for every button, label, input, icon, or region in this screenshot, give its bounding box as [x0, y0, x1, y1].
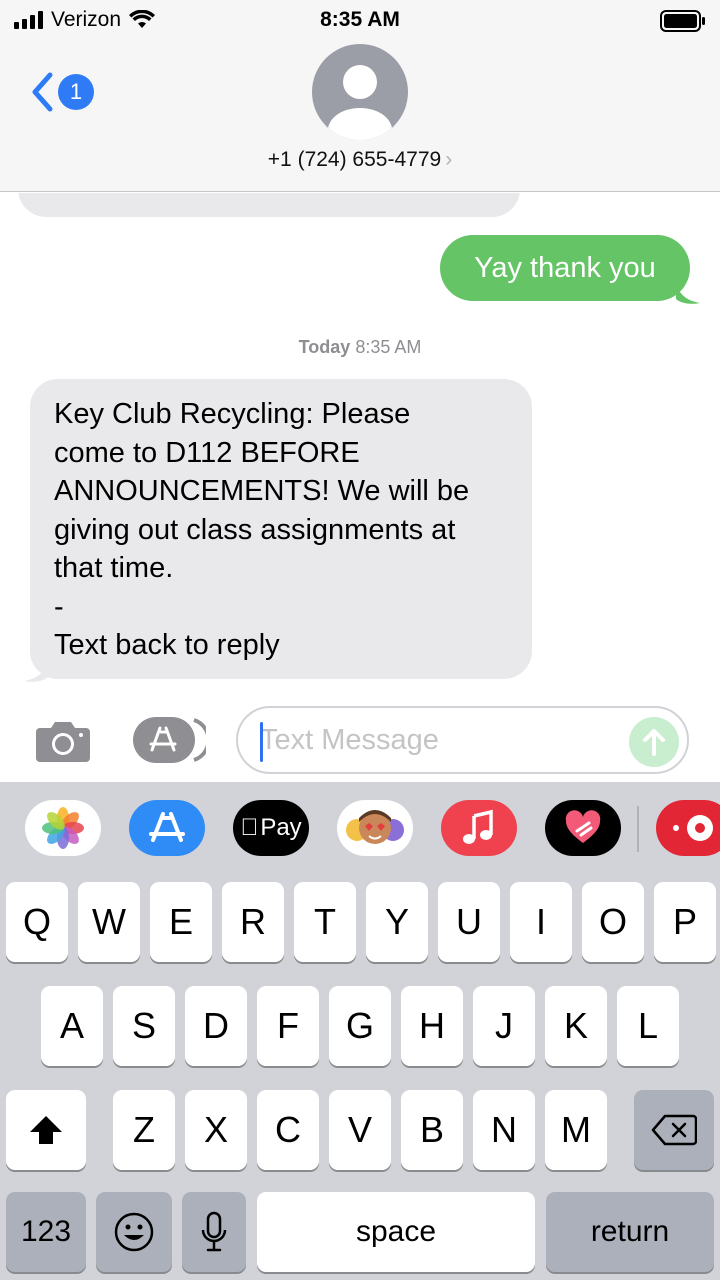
- app-store-app-button[interactable]: [129, 800, 205, 856]
- key-q[interactable]: Q: [6, 882, 68, 962]
- key-s[interactable]: S: [113, 986, 175, 1066]
- bubble-tail-outgoing: [676, 281, 700, 304]
- bubble-tail-incoming: [24, 659, 48, 682]
- key-a[interactable]: A: [41, 986, 103, 1066]
- app-store-button[interactable]: [132, 716, 211, 764]
- compose-bar: [0, 700, 720, 782]
- music-app-button[interactable]: [441, 800, 517, 856]
- key-o[interactable]: O: [582, 882, 644, 962]
- back-button[interactable]: 1: [30, 70, 100, 114]
- key-j[interactable]: J: [473, 986, 535, 1066]
- digital-touch-button[interactable]: [545, 800, 621, 856]
- contact-number-label: +1 (724) 655-4779: [267, 148, 442, 171]
- key-b[interactable]: B: [401, 1090, 463, 1170]
- camera-button[interactable]: [34, 718, 92, 764]
- photos-app-button[interactable]: [25, 800, 101, 856]
- imessage-app-drawer:  Pay: [0, 782, 720, 878]
- clock: 8:35 AM: [320, 8, 400, 31]
- app-store-icon: [149, 812, 185, 842]
- space-key[interactable]: space: [257, 1192, 535, 1272]
- outgoing-message-bubble[interactable]: Yay thank you: [440, 235, 690, 301]
- return-key[interactable]: return: [546, 1192, 714, 1272]
- key-y[interactable]: Y: [366, 882, 428, 962]
- message-line: that time.: [54, 552, 174, 584]
- timestamp-time: 8:35 AM: [355, 337, 422, 357]
- chevron-right-icon: ›: [445, 148, 453, 171]
- key-u[interactable]: U: [438, 882, 500, 962]
- key-n[interactable]: N: [473, 1090, 535, 1170]
- message-line: come to D112 BEFORE: [54, 436, 360, 469]
- battery-icon: [660, 10, 705, 32]
- contact-avatar[interactable]: [312, 44, 408, 140]
- apple-pay-label: Pay: [251, 814, 301, 841]
- keyboard: Q W E R T Y U I O P A S D F G H J K L Z …: [0, 878, 720, 1280]
- key-h[interactable]: H: [401, 986, 463, 1066]
- message-line: Text back to reply: [54, 629, 280, 661]
- more-app-button[interactable]: [656, 800, 720, 856]
- person-icon: [328, 65, 392, 140]
- key-k[interactable]: K: [545, 986, 607, 1066]
- shift-arrow-icon: [30, 1116, 62, 1144]
- emoji-key[interactable]: [96, 1192, 172, 1272]
- status-bar: Verizon 8:35 AM: [0, 6, 720, 36]
- message-line: Key Club Recycling: Please: [54, 398, 411, 430]
- message-list[interactable]: Yay thank you Today 8:35 AM Key Club Rec…: [0, 193, 720, 698]
- apple-logo-icon: : [240, 814, 258, 842]
- incoming-message-bubble[interactable]: Key Club Recycling: Please come to D112 …: [30, 379, 532, 679]
- message-line: -: [54, 590, 64, 623]
- app-drawer-divider: [637, 806, 639, 852]
- message-input[interactable]: [260, 723, 620, 757]
- emoji-smile-icon: [114, 1212, 154, 1252]
- backspace-icon: [651, 1114, 697, 1146]
- key-r[interactable]: R: [222, 882, 284, 962]
- key-i[interactable]: I: [510, 882, 572, 962]
- more-app-icon: [673, 815, 713, 841]
- dictation-key[interactable]: [182, 1192, 246, 1272]
- key-d[interactable]: D: [185, 986, 247, 1066]
- message-input-field[interactable]: [236, 706, 689, 774]
- music-note-icon: [463, 809, 493, 844]
- digital-touch-icon: [565, 810, 601, 843]
- message-line: giving out class assignments at: [54, 513, 456, 546]
- delete-key[interactable]: [634, 1090, 714, 1170]
- key-e[interactable]: E: [150, 882, 212, 962]
- memoji-stickers-icon: [346, 810, 404, 844]
- memoji-stickers-button[interactable]: [337, 800, 413, 856]
- unread-badge: 1: [58, 74, 94, 110]
- key-z[interactable]: Z: [113, 1090, 175, 1170]
- arrow-up-icon: [643, 729, 665, 756]
- numbers-key[interactable]: 123: [6, 1192, 86, 1272]
- key-l[interactable]: L: [617, 986, 679, 1066]
- key-m[interactable]: M: [545, 1090, 607, 1170]
- incoming-message-bubble-partial[interactable]: [18, 193, 520, 217]
- app-store-icon: [133, 717, 211, 763]
- conversation-header: Verizon 8:35 AM 1 +1 (724) 655-4779 ›: [0, 0, 720, 192]
- key-v[interactable]: V: [329, 1090, 391, 1170]
- text-cursor: [260, 722, 263, 762]
- key-p[interactable]: P: [654, 882, 716, 962]
- contact-name[interactable]: +1 (724) 655-4779 ›: [0, 148, 720, 172]
- chevron-left-icon: [32, 72, 53, 112]
- message-timestamp: Today 8:35 AM: [0, 337, 720, 358]
- outgoing-message-text: Yay thank you: [474, 251, 656, 284]
- timestamp-day: Today: [298, 337, 351, 357]
- key-f[interactable]: F: [257, 986, 319, 1066]
- key-x[interactable]: X: [185, 1090, 247, 1170]
- send-button[interactable]: [629, 717, 679, 767]
- key-w[interactable]: W: [78, 882, 140, 962]
- key-c[interactable]: C: [257, 1090, 319, 1170]
- key-g[interactable]: G: [329, 986, 391, 1066]
- shift-key[interactable]: [6, 1090, 86, 1170]
- key-t[interactable]: T: [294, 882, 356, 962]
- microphone-icon: [201, 1211, 227, 1252]
- camera-icon: [36, 722, 90, 762]
- photos-icon: [42, 807, 84, 849]
- message-line: ANNOUNCEMENTS! We will be: [54, 475, 470, 507]
- apple-pay-button[interactable]:  Pay: [233, 800, 309, 856]
